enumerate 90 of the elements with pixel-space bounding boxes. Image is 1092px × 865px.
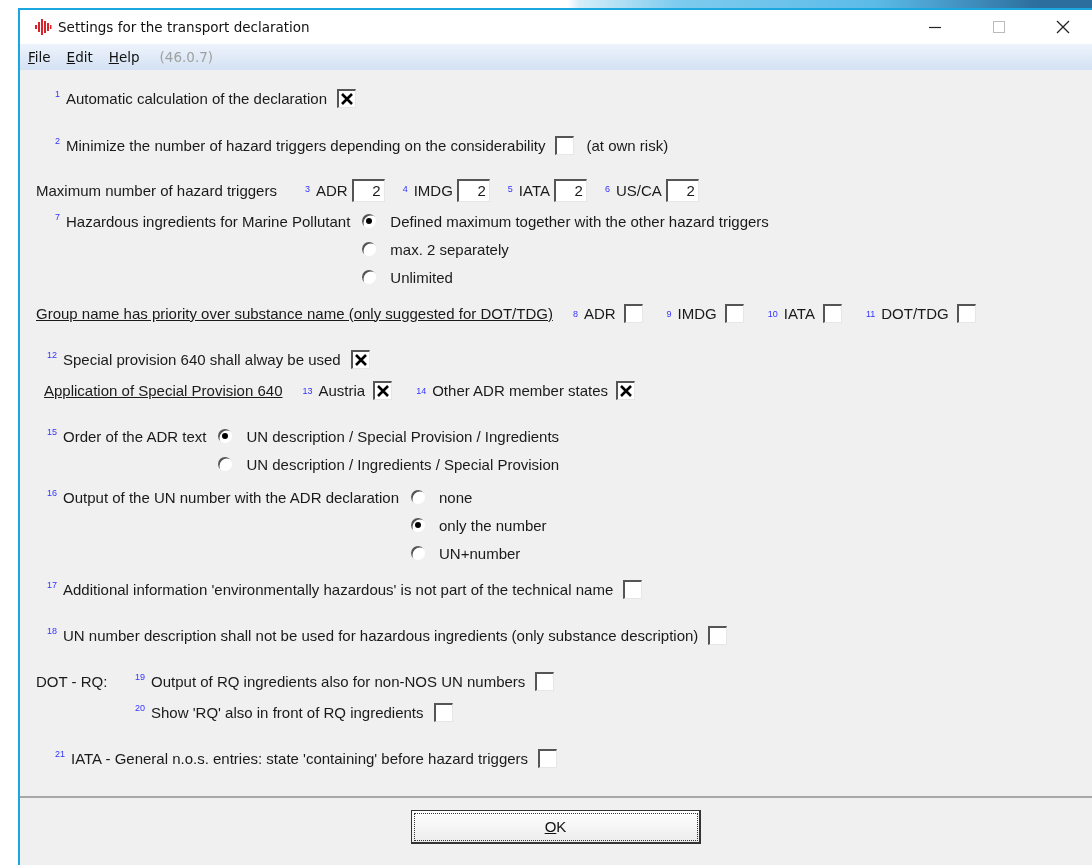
radio-label: UN description / Ingredients / Special Provision (246, 455, 560, 473)
radio-button[interactable] (362, 242, 377, 256)
option-number: 9 (666, 308, 672, 319)
option-number: 18 (47, 626, 57, 636)
option-number: 15 (47, 427, 57, 437)
field-label: US/CA (615, 181, 662, 199)
ok-button[interactable]: OK (411, 810, 701, 844)
option-number: 20 (135, 703, 145, 713)
checkbox[interactable] (822, 303, 842, 323)
field-label: IMDG (413, 181, 453, 199)
radio-label: none (439, 488, 473, 506)
checkbox[interactable] (373, 380, 393, 400)
option-number: 2 (55, 136, 60, 146)
option-number: 13 (302, 385, 313, 396)
menu-item[interactable]: File (28, 49, 51, 65)
number-field[interactable]: 2 (665, 178, 699, 202)
checkbox[interactable] (956, 303, 976, 323)
option-label: Show 'RQ' also in front of RQ ingredients (151, 703, 424, 721)
group-label: DOT - RQ: (36, 672, 108, 690)
field-label: ADR (315, 181, 348, 199)
checkbox[interactable] (350, 349, 370, 369)
close-icon (1056, 20, 1070, 34)
version-label: (46.0.7) (159, 49, 214, 65)
checkbox[interactable] (623, 303, 643, 323)
group-label: Application of Special Provision 640 (44, 381, 283, 399)
option-label: Additional information 'environmentally hazardous' is not part of the technical name (63, 580, 614, 598)
radio-label: max. 2 separately (390, 240, 509, 258)
radio-button[interactable] (362, 214, 377, 228)
option-number: 6 (604, 183, 610, 194)
radio-label: Unlimited (390, 268, 453, 286)
number-field[interactable]: 2 (553, 178, 587, 202)
option-label: Other ADR member states (432, 381, 609, 399)
option-number: 16 (47, 488, 57, 498)
app-logo-icon (34, 18, 52, 36)
number-field[interactable]: 2 (456, 178, 490, 202)
option-label: Order of the ADR text (63, 427, 207, 445)
checkbox[interactable] (724, 303, 744, 323)
option-label: Output of RQ ingredients also for non-NOS UN numbers (151, 672, 526, 690)
option-number: 17 (47, 580, 57, 590)
checkbox[interactable] (538, 748, 558, 768)
field-label: IATA (518, 181, 550, 199)
radio-button[interactable] (218, 429, 233, 443)
radio-button[interactable] (411, 518, 426, 532)
option-label: IATA (783, 304, 815, 322)
radio-button[interactable] (362, 270, 377, 284)
option-label: Output of the UN number with the ADR declaration (63, 488, 400, 506)
option-label: DOT/TDG (881, 304, 949, 322)
option-number: 8 (572, 308, 578, 319)
option-label: Hazardous ingredients for Marine Pollutant (66, 212, 351, 230)
checkbox[interactable] (616, 380, 636, 400)
group-label: Group name has priority over substance name (only suggested for DOT/TDG) (36, 304, 553, 322)
option-label: Maximum number of hazard triggers (36, 181, 277, 199)
checkbox[interactable] (535, 671, 555, 691)
option-number: 4 (402, 183, 408, 194)
checkbox[interactable] (337, 88, 356, 108)
option-number: 1 (55, 89, 60, 99)
option-number: 19 (135, 672, 145, 682)
checkbox[interactable] (623, 579, 643, 599)
radio-label: UN description / Special Provision / Ingredients (246, 427, 560, 445)
option-label: ADR (583, 304, 616, 322)
option-label: Special provision 640 shall alway be used (63, 350, 341, 368)
option-number: 21 (55, 749, 65, 759)
number-field[interactable]: 2 (351, 178, 385, 202)
option-label: Minimize the number of hazard triggers depending on the considerability (66, 136, 546, 154)
menu-item[interactable]: Edit (66, 49, 93, 65)
option-number: 11 (865, 308, 876, 319)
radio-button[interactable] (411, 546, 426, 560)
option-label: UN number description shall not be used for hazardous ingredients (only substance description) (63, 626, 699, 644)
option-label: IMDG (677, 304, 717, 322)
option-number: 12 (47, 350, 57, 360)
radio-button[interactable] (411, 490, 426, 504)
option-number: 3 (304, 183, 310, 194)
checkbox[interactable] (555, 135, 575, 155)
radio-label: Defined maximum together with the other hazard triggers (390, 212, 769, 230)
checkbox[interactable] (433, 702, 453, 722)
option-label: Austria (318, 381, 366, 399)
radio-label: only the number (439, 516, 547, 534)
maximize-icon (993, 21, 1005, 33)
option-note: (at own risk) (586, 136, 669, 154)
option-number: 5 (507, 183, 513, 194)
option-number: 7 (55, 212, 60, 222)
radio-label: UN+number (439, 544, 521, 562)
checkbox[interactable] (708, 625, 728, 645)
option-label: IATA - General n.o.s. entries: state 'containing' before hazard triggers (71, 749, 529, 767)
menu-item[interactable]: Help (108, 49, 140, 65)
window-title: Settings for the transport declaration (58, 19, 311, 35)
option-number: 14 (416, 385, 427, 396)
option-number: 10 (767, 308, 778, 319)
radio-button[interactable] (218, 457, 233, 471)
option-label: Automatic calculation of the declaration (66, 89, 327, 107)
